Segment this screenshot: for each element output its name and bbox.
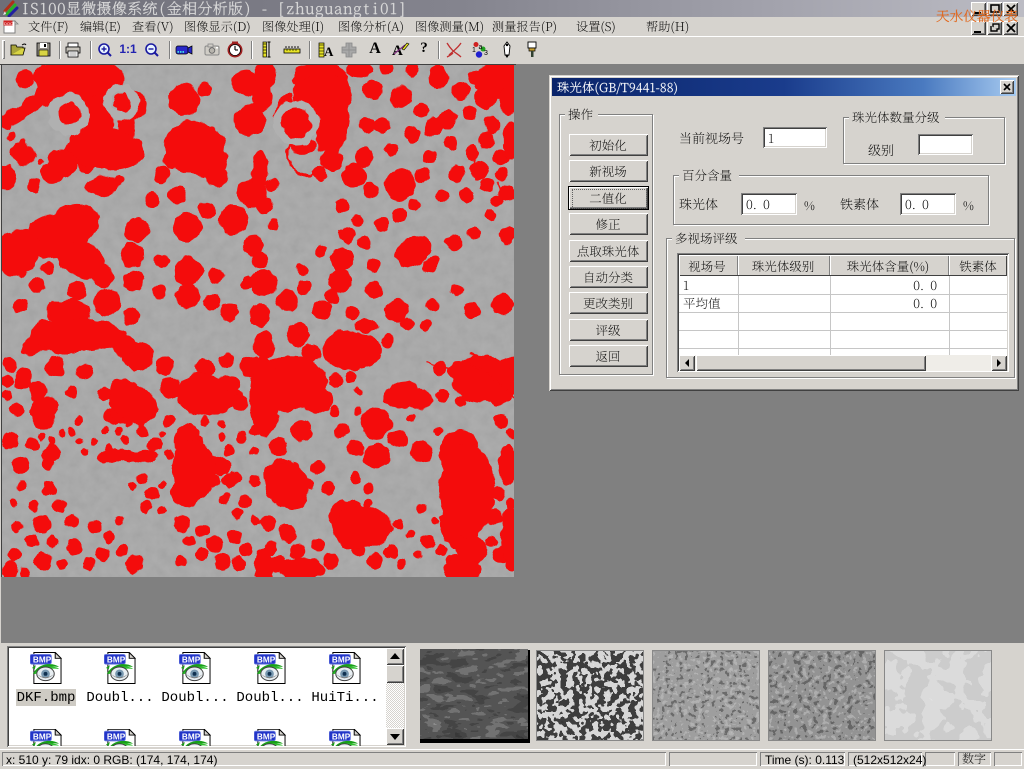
svg-text:3: 3 [484,50,488,57]
svg-text:a: a [479,44,483,51]
svg-text:A: A [324,44,334,59]
svg-text:DOC: DOC [4,21,13,26]
svg-text:1: 1 [472,47,476,54]
